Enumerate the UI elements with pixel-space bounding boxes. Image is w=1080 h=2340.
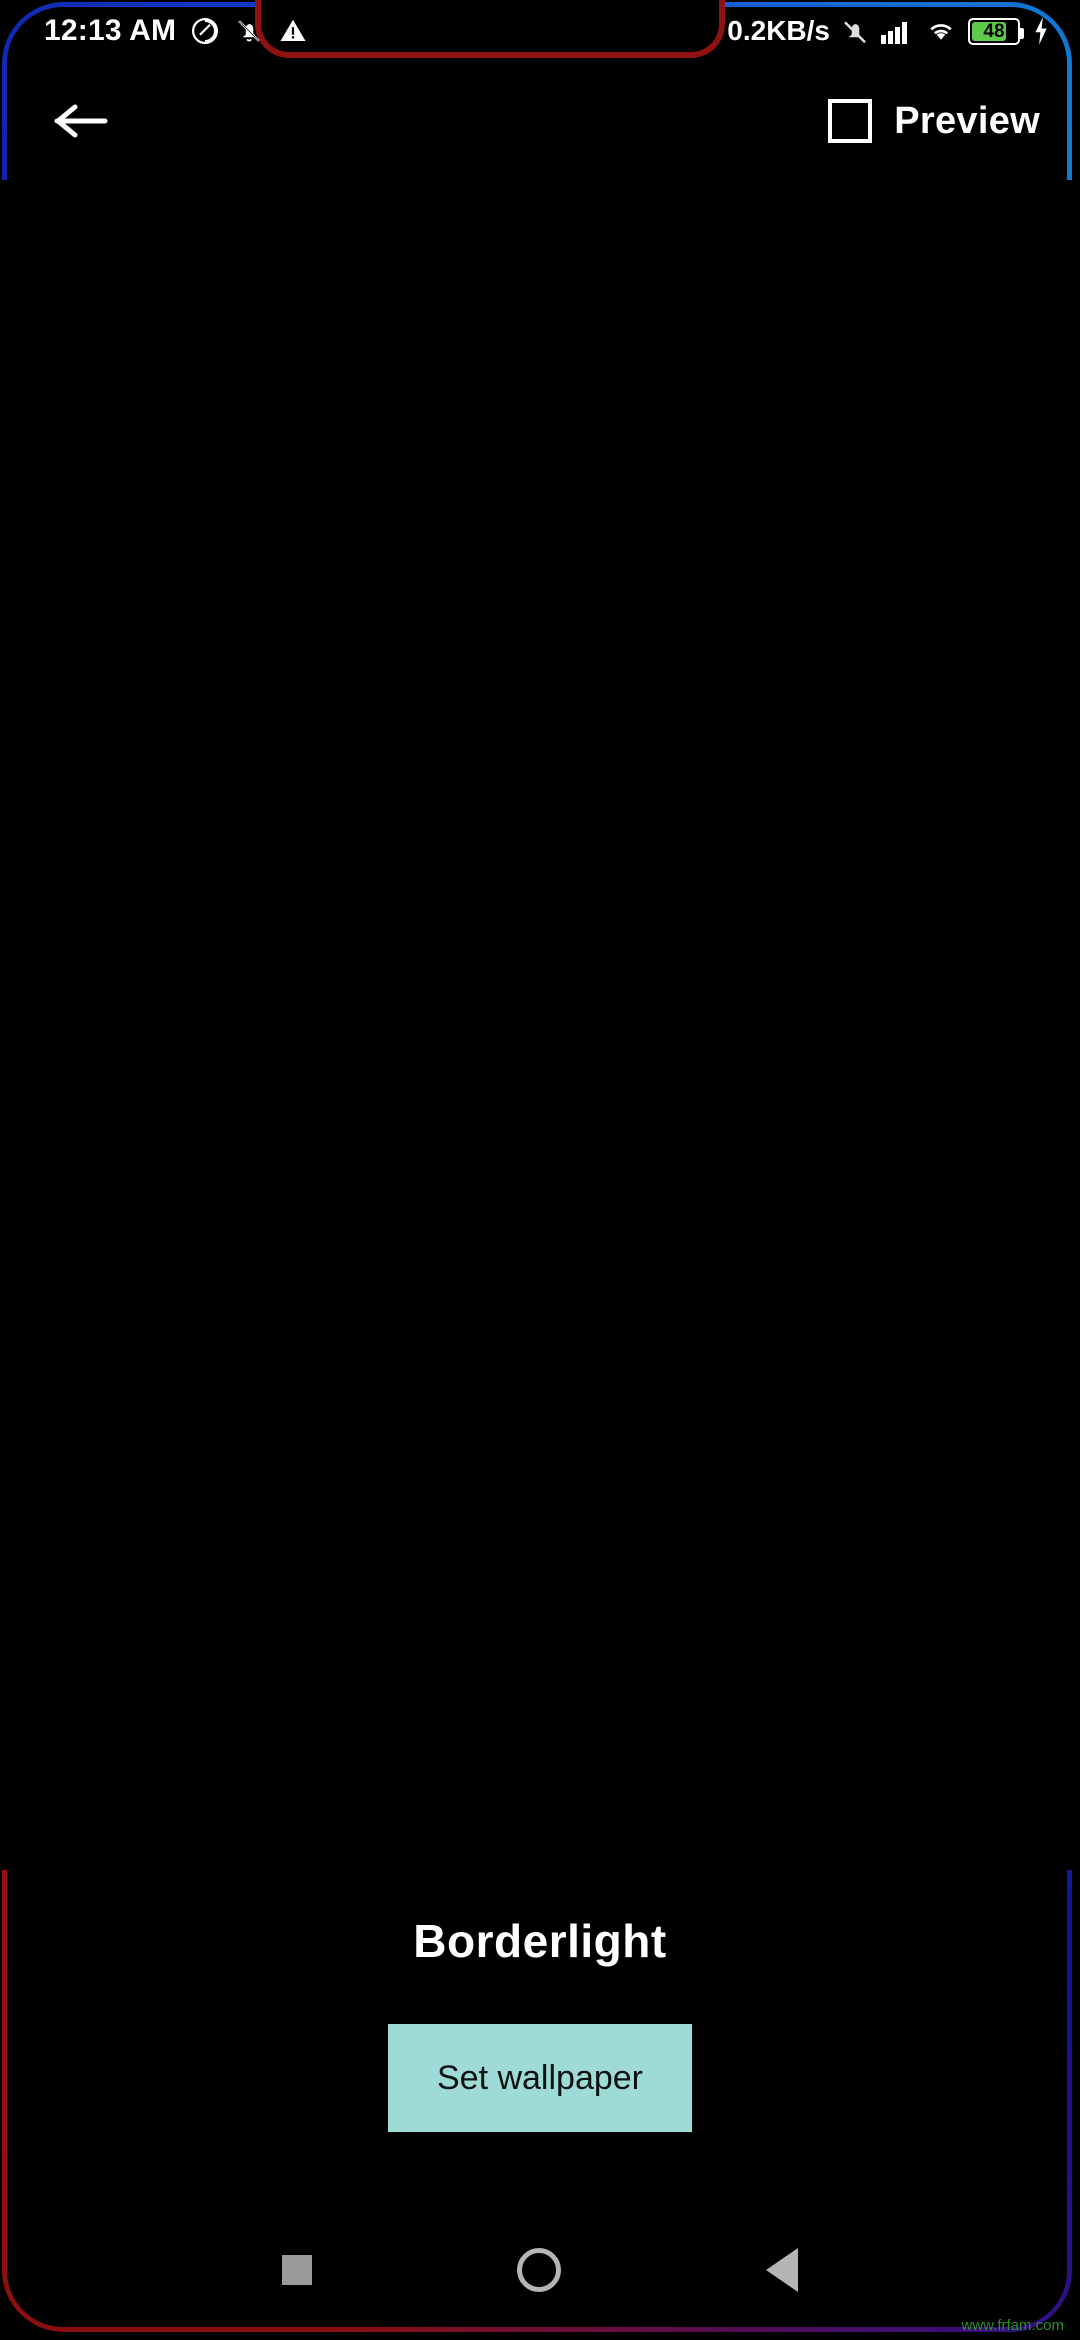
- preview-checkbox-icon[interactable]: [828, 99, 873, 143]
- back-button[interactable]: [50, 90, 112, 152]
- wallpaper-title: Borderlight: [413, 1915, 667, 1967]
- mute-notification-icon: [234, 16, 264, 46]
- do-not-disturb-icon: [190, 16, 220, 46]
- set-wallpaper-button[interactable]: Set wallpaper: [388, 2024, 692, 2132]
- status-bar-right: 0.2KB/s 48: [727, 15, 1052, 47]
- status-bar: 12:13 AM 0.2KB/s 48: [0, 0, 1080, 62]
- wallpaper-info-panel: Borderlight Set wallpaper: [0, 1870, 1080, 2200]
- back-button-icon[interactable]: [765, 2248, 798, 2292]
- navigation-bar: [0, 2220, 1080, 2320]
- home-button-icon[interactable]: [516, 2248, 561, 2292]
- status-clock: 12:13 AM: [44, 14, 177, 47]
- alarm-off-icon: [840, 16, 870, 46]
- network-speed-text: 0.2KB/s: [727, 15, 830, 46]
- preview-toggle[interactable]: Preview: [828, 99, 1050, 143]
- cellular-signal-icon: [880, 16, 914, 46]
- battery-percent: 48: [983, 20, 1005, 42]
- watermark-text: www.frfam.com: [961, 2317, 1064, 2334]
- phone-screen: 12:13 AM 0.2KB/s 48 Preview Borderlight …: [0, 0, 1080, 2340]
- warning-triangle-icon: [278, 16, 308, 46]
- preview-label: Preview: [894, 99, 1040, 142]
- wallpaper-preview-surface[interactable]: [0, 180, 1080, 1870]
- app-bar: Preview: [0, 62, 1080, 180]
- status-bar-left: 12:13 AM: [44, 14, 308, 48]
- recents-button-icon[interactable]: [282, 2255, 313, 2285]
- wifi-icon: [924, 16, 958, 46]
- charging-bolt-icon: [1030, 16, 1052, 46]
- battery-icon: 48: [968, 17, 1024, 45]
